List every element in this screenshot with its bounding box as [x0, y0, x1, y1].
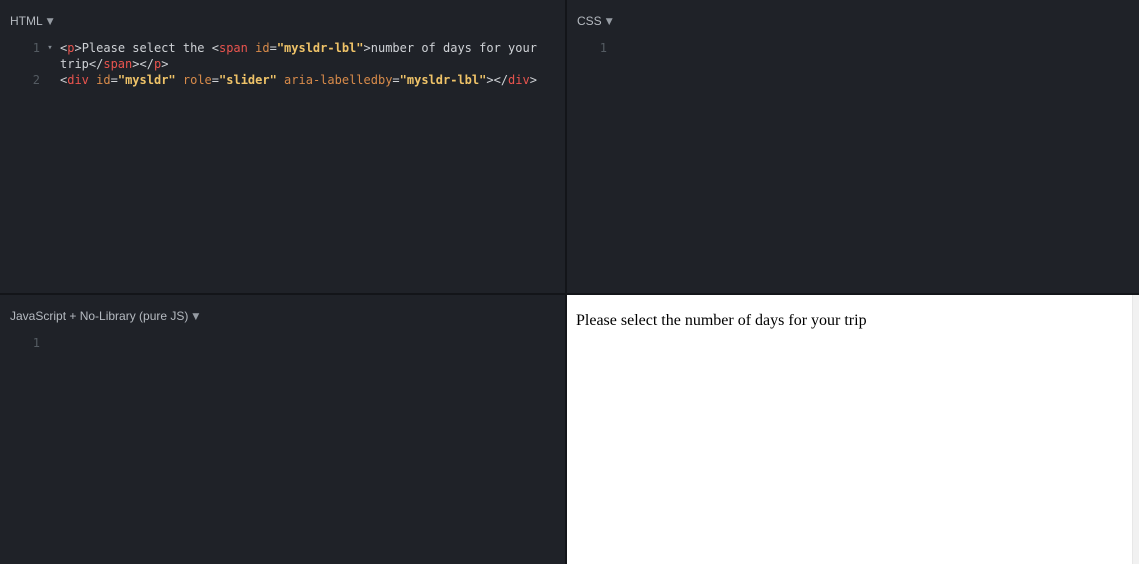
code-line[interactable]: 2 <div id="mysldr" role="slider" aria-lab… — [0, 72, 565, 88]
line-number — [0, 56, 40, 72]
code-text: <div id="mysldr" role="slider" aria-labe… — [60, 72, 537, 88]
token-punct: > — [486, 73, 493, 87]
token-punct: </ — [89, 57, 103, 71]
token-punct: > — [364, 41, 371, 55]
token-punct: > — [74, 41, 81, 55]
chevron-down-icon: ▼ — [192, 312, 199, 322]
token-text: trip — [60, 57, 89, 71]
token-tag: span — [219, 41, 248, 55]
token-punct: < — [212, 41, 219, 55]
token-punct: > — [530, 73, 537, 87]
line-number: 2 — [0, 72, 40, 88]
css-panel-header[interactable]: CSS ▼ — [567, 0, 1139, 34]
code-line[interactable]: 1 — [567, 40, 1139, 56]
token-punct: = — [212, 73, 219, 87]
fold-spacer — [607, 40, 627, 56]
token-text: Please select the — [82, 41, 212, 55]
token-punct: > — [161, 57, 168, 71]
token-punct: > — [132, 57, 139, 71]
line-number: 1 — [0, 335, 40, 351]
line-number: 1 — [0, 40, 40, 56]
js-panel-title: JavaScript + No-Library (pure JS) — [10, 309, 188, 323]
token-attr: role — [183, 73, 212, 87]
token-attr: id — [96, 73, 110, 87]
code-playground: HTML▼ 1▾<p>Please select the <span id="m… — [0, 0, 1139, 564]
chevron-down-icon: ▼ — [47, 17, 54, 27]
code-line[interactable]: trip</span></p> — [0, 56, 565, 72]
token-value: "slider" — [219, 73, 277, 87]
css-code-editor[interactable]: 1 — [567, 34, 1139, 56]
token-punct: = — [270, 41, 277, 55]
token-punct: = — [392, 73, 399, 87]
line-number: 1 — [567, 40, 607, 56]
css-editor-panel: CSS ▼ 1 — [567, 0, 1139, 293]
token-text — [277, 73, 284, 87]
token-attr: id — [255, 41, 269, 55]
result-scrollbar[interactable] — [1132, 295, 1139, 564]
code-line[interactable]: 1▾<p>Please select the <span id="mysldr-… — [0, 40, 565, 56]
token-text: number of days for your — [371, 41, 537, 55]
token-punct: </ — [494, 73, 508, 87]
fold-arrow-icon[interactable]: ▾ — [40, 40, 60, 56]
token-tag: span — [103, 57, 132, 71]
html-code-editor[interactable]: 1▾<p>Please select the <span id="mysldr-… — [0, 34, 565, 88]
js-editor-panel: JavaScript + No-Library (pure JS) ▼ 1 — [0, 295, 565, 564]
token-value: "mysldr-lbl" — [400, 73, 487, 87]
token-value: "mysldr-lbl" — [277, 41, 364, 55]
html-panel-title: HTML — [10, 14, 43, 28]
token-value: "mysldr" — [118, 73, 176, 87]
fold-spacer — [40, 56, 60, 72]
token-attr: aria-labelledby — [284, 73, 392, 87]
token-text — [176, 73, 183, 87]
token-punct: = — [111, 73, 118, 87]
token-tag: div — [508, 73, 530, 87]
html-editor-panel: HTML ▼ 1▾<p>Please select the <span id="m… — [0, 0, 565, 293]
fold-spacer — [40, 335, 60, 351]
css-panel-title: CSS — [577, 14, 602, 28]
code-line[interactable]: 1 — [0, 335, 565, 351]
js-code-editor[interactable]: 1 — [0, 329, 565, 351]
chevron-down-icon: ▼ — [606, 17, 613, 27]
token-punct: </ — [140, 57, 154, 71]
result-text: Please select the number of days for you… — [576, 312, 1123, 330]
code-text: trip</span></p> — [60, 56, 168, 72]
html-panel-header[interactable]: HTML ▼ — [0, 0, 565, 34]
fold-spacer — [40, 72, 60, 88]
js-panel-header[interactable]: JavaScript + No-Library (pure JS) ▼ — [0, 295, 565, 329]
token-tag: div — [67, 73, 89, 87]
code-text: <p>Please select the <span id="mysldr-lb… — [60, 40, 537, 56]
result-panel: Please select the number of days for you… — [567, 295, 1139, 564]
